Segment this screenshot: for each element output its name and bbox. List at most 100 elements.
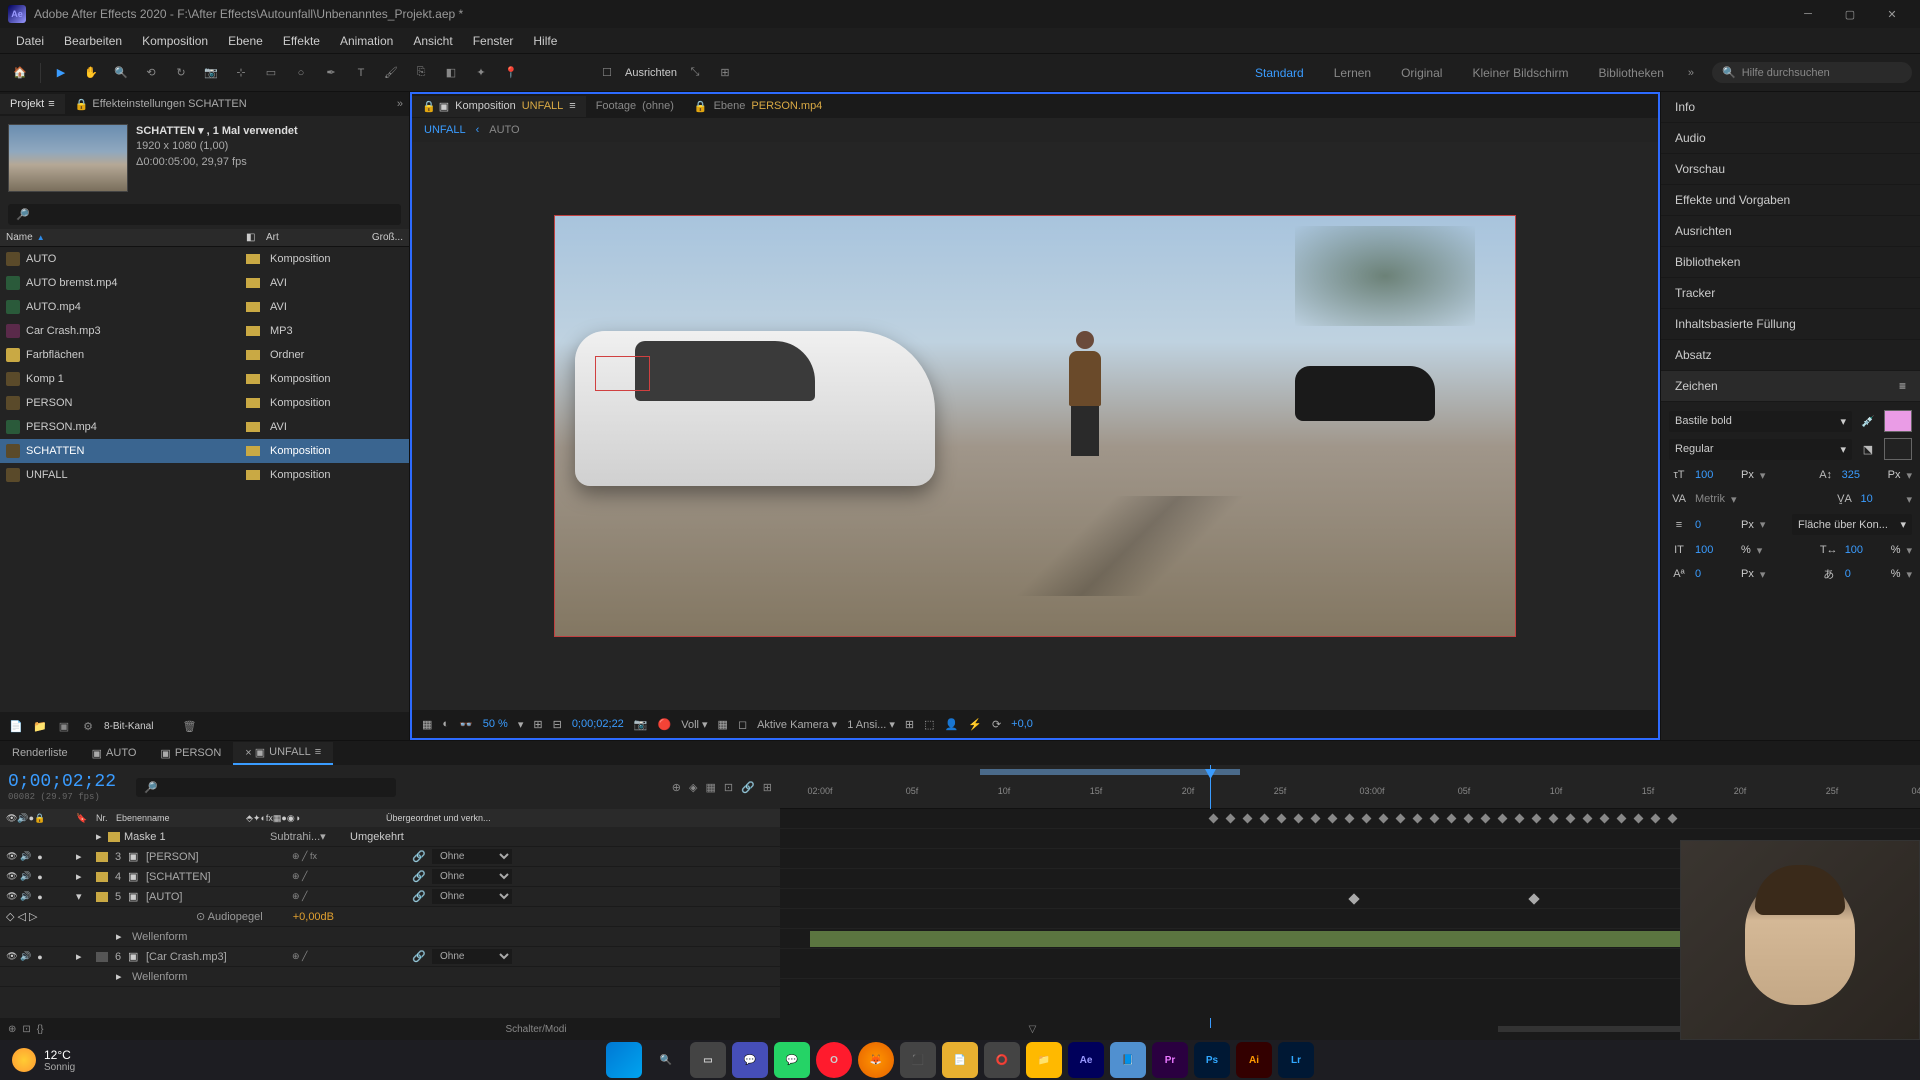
transparency-icon[interactable]: ▦: [718, 718, 728, 731]
panel-more-icon[interactable]: »: [391, 98, 409, 110]
workspace-standard[interactable]: Standard: [1249, 62, 1310, 84]
start-button[interactable]: [606, 1042, 642, 1078]
layer-row[interactable]: ▸Wellenform: [0, 967, 780, 987]
clone-tool[interactable]: ⎘: [409, 61, 433, 85]
font-size[interactable]: 100: [1695, 469, 1735, 481]
task-view[interactable]: ▭: [690, 1042, 726, 1078]
project-item[interactable]: AUTO.mp4AVI: [0, 295, 409, 319]
eyedropper-icon[interactable]: 💉: [1858, 412, 1878, 430]
grid-icon[interactable]: ⊟: [553, 718, 562, 731]
settings-icon[interactable]: ⚙: [80, 718, 96, 734]
view-icon4[interactable]: ⚡: [968, 718, 982, 731]
stroke-width[interactable]: 0: [1695, 519, 1735, 531]
viewer-canvas[interactable]: [412, 142, 1658, 710]
rp-info[interactable]: Info: [1661, 92, 1920, 123]
exposure-value[interactable]: +0,0: [1011, 718, 1033, 730]
mask-keyframes[interactable]: [1210, 815, 1676, 822]
project-item[interactable]: Komp 1Komposition: [0, 367, 409, 391]
keyframe[interactable]: [1348, 893, 1359, 904]
app-icon3[interactable]: 📘: [1110, 1042, 1146, 1078]
rect-tool[interactable]: ▭: [259, 61, 283, 85]
teams-icon[interactable]: 💬: [732, 1042, 768, 1078]
tl-icon1[interactable]: ⊕: [672, 781, 681, 794]
stroke-color[interactable]: [1884, 438, 1912, 460]
maximize-button[interactable]: ▢: [1830, 0, 1870, 28]
rp-audio[interactable]: Audio: [1661, 123, 1920, 154]
trash-icon[interactable]: 🗑: [181, 718, 197, 734]
snap-opt2[interactable]: ⊞: [713, 61, 737, 85]
stroke-swap-icon[interactable]: ⬔: [1858, 440, 1878, 458]
flowchart-auto[interactable]: AUTO: [489, 124, 519, 136]
type-tool[interactable]: T: [349, 61, 373, 85]
camera-tool[interactable]: 📷: [199, 61, 223, 85]
menu-animation[interactable]: Animation: [330, 30, 403, 52]
mask-icon[interactable]: 👓: [459, 718, 473, 731]
tl-footer-icon1[interactable]: ⊕: [8, 1024, 16, 1035]
comp-icon[interactable]: ▣: [56, 718, 72, 734]
weather-widget[interactable]: 12°C Sonnig: [12, 1048, 75, 1073]
col-name[interactable]: Name ▲: [6, 232, 246, 243]
obs-icon[interactable]: ⭕: [984, 1042, 1020, 1078]
minimize-button[interactable]: ─: [1788, 0, 1828, 28]
menu-hilfe[interactable]: Hilfe: [523, 30, 567, 52]
fill-color[interactable]: [1884, 410, 1912, 432]
rp-content-aware[interactable]: Inhaltsbasierte Füllung: [1661, 309, 1920, 340]
font-style[interactable]: Regular▾: [1669, 439, 1852, 460]
workspace-bibliotheken[interactable]: Bibliotheken: [1592, 62, 1669, 84]
tl-icon3[interactable]: ▦: [705, 781, 715, 794]
ae-icon[interactable]: Ae: [1068, 1042, 1104, 1078]
keyframe[interactable]: [1528, 893, 1539, 904]
tl-icon2[interactable]: ◈: [689, 781, 697, 794]
firefox-icon[interactable]: 🦊: [858, 1042, 894, 1078]
menu-fenster[interactable]: Fenster: [463, 30, 524, 52]
tab-projekt[interactable]: Projekt ≡: [0, 94, 65, 114]
col-parent[interactable]: Übergeordnet und verkn...: [386, 813, 774, 823]
menu-datei[interactable]: Datei: [6, 30, 54, 52]
menu-ebene[interactable]: Ebene: [218, 30, 273, 52]
workspace-original[interactable]: Original: [1395, 62, 1448, 84]
view-icon3[interactable]: 👤: [945, 718, 959, 731]
workspace-more-icon[interactable]: »: [1688, 67, 1694, 79]
dropdown-icon[interactable]: ▾: [198, 124, 204, 139]
snap-check[interactable]: ☐: [595, 61, 619, 85]
rp-zeichen[interactable]: Zeichen≡: [1661, 371, 1920, 402]
folder-icon[interactable]: 📁: [32, 718, 48, 734]
workspace-lernen[interactable]: Lernen: [1328, 62, 1377, 84]
project-list[interactable]: AUTOKompositionAUTO bremst.mp4AVIAUTO.mp…: [0, 247, 409, 712]
rp-ausrichten[interactable]: Ausrichten: [1661, 216, 1920, 247]
viewer-tab-footage[interactable]: Footage (ohne): [586, 96, 684, 116]
work-area[interactable]: [980, 769, 1240, 775]
tab-effekteinstellungen[interactable]: 🔒 Effekteinstellungen SCHATTEN: [65, 94, 257, 115]
tl-tab-auto[interactable]: ▣ AUTO: [80, 743, 149, 764]
roto-tool[interactable]: ✦: [469, 61, 493, 85]
project-item[interactable]: FarbflächenOrdner: [0, 343, 409, 367]
viewer-tab-ebene[interactable]: 🔒 Ebene PERSON.mp4: [684, 96, 832, 117]
zoom-tool[interactable]: 🔍: [109, 61, 133, 85]
opera-icon[interactable]: O: [816, 1042, 852, 1078]
flowchart-unfall[interactable]: UNFALL: [424, 124, 466, 136]
files-icon[interactable]: 📁: [1026, 1042, 1062, 1078]
rp-effekte[interactable]: Effekte und Vorgaben: [1661, 185, 1920, 216]
photoshop-icon[interactable]: Ps: [1194, 1042, 1230, 1078]
close-button[interactable]: ✕: [1872, 0, 1912, 28]
tracking-value[interactable]: 10: [1860, 493, 1900, 505]
layer-row[interactable]: 👁🔊● ▸ 3 ▣ [PERSON] ⊕ ╱ fx 🔗 Ohne: [0, 847, 780, 867]
alpha-icon[interactable]: ▦: [422, 718, 432, 731]
snap-opt1[interactable]: ⤡: [683, 61, 707, 85]
project-item[interactable]: SCHATTENKomposition: [0, 439, 409, 463]
layer-row[interactable]: ◇ ◁ ▷⊙ Audiopegel+0,00dB: [0, 907, 780, 927]
puppet-tool[interactable]: 📍: [499, 61, 523, 85]
tl-tab-renderliste[interactable]: Renderliste: [0, 743, 80, 763]
project-search[interactable]: 🔎: [8, 204, 401, 225]
rp-tracker[interactable]: Tracker: [1661, 278, 1920, 309]
views-dropdown[interactable]: 1 Ansi... ▾: [847, 718, 895, 731]
project-item[interactable]: AUTOKomposition: [0, 247, 409, 271]
col-size[interactable]: Groß...: [372, 232, 403, 243]
color-icon[interactable]: 🔴: [658, 718, 672, 731]
app-icon2[interactable]: 📄: [942, 1042, 978, 1078]
premiere-icon[interactable]: Pr: [1152, 1042, 1188, 1078]
rp-absatz[interactable]: Absatz: [1661, 340, 1920, 371]
res-icon[interactable]: ⊞: [533, 718, 542, 731]
illustrator-icon[interactable]: Ai: [1236, 1042, 1272, 1078]
home-tool[interactable]: 🏠: [8, 61, 32, 85]
